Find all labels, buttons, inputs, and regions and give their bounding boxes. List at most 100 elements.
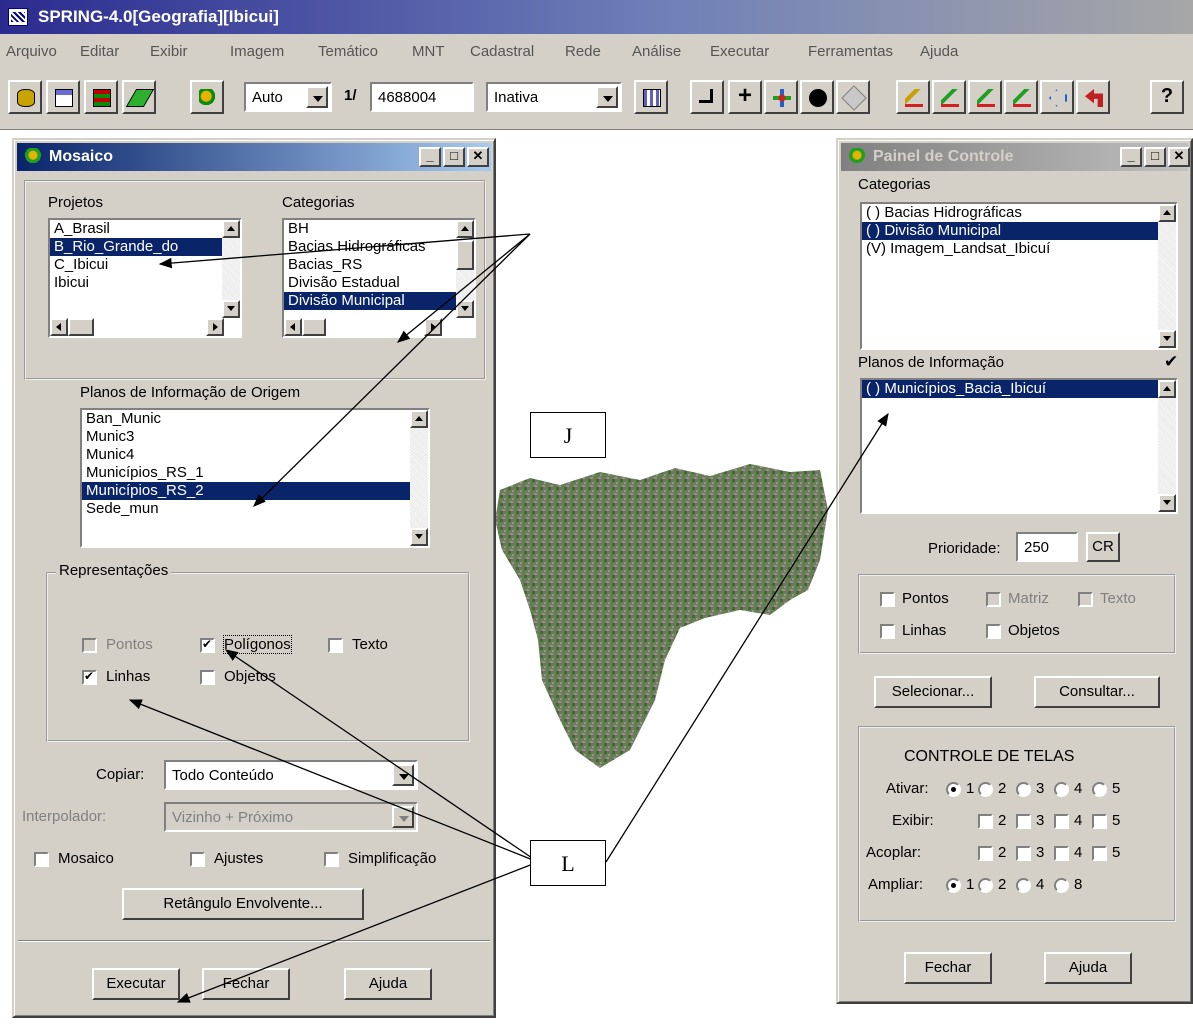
- chevron-down-icon[interactable]: [392, 764, 414, 786]
- acoplar-checkbox-5[interactable]: [1092, 846, 1107, 861]
- list-item[interactable]: ( ) Bacias Hidrográficas: [862, 204, 1176, 222]
- list-item[interactable]: Munic3: [82, 428, 428, 446]
- scroll-left-icon[interactable]: [284, 318, 302, 336]
- texto-checkbox[interactable]: [1078, 592, 1093, 607]
- cursor-button[interactable]: [690, 80, 724, 114]
- plane-button[interactable]: [122, 80, 156, 114]
- ampliar-radio-1[interactable]: [946, 878, 961, 893]
- scroll-down-icon[interactable]: [222, 300, 240, 318]
- list-item-selected[interactable]: ( ) Municípios_Bacia_Ibicuí: [862, 380, 1176, 398]
- list-item-selected[interactable]: B_Rio_Grande_do: [50, 238, 240, 256]
- objetos-checkbox[interactable]: [986, 624, 1001, 639]
- chevron-down-icon[interactable]: [306, 86, 328, 108]
- simplificacao-checkbox[interactable]: [324, 852, 339, 867]
- menu-mnt[interactable]: MNT: [412, 43, 445, 60]
- scroll-down-icon[interactable]: [456, 300, 474, 318]
- menu-cadastral[interactable]: Cadastral: [470, 43, 534, 60]
- exibir-checkbox-5[interactable]: [1092, 814, 1107, 829]
- scroll-thumb[interactable]: [302, 318, 326, 336]
- linhas-checkbox[interactable]: [880, 624, 895, 639]
- ajustes-checkbox[interactable]: [190, 852, 205, 867]
- list-item[interactable]: Munic4: [82, 446, 428, 464]
- ampliar-radio-8[interactable]: [1054, 878, 1069, 893]
- projetos-list[interactable]: A_Brasil B_Rio_Grande_do C_Ibicui Ibicui: [48, 218, 242, 338]
- palette-button[interactable]: [634, 80, 668, 114]
- list-item[interactable]: Bacias_RS: [284, 256, 474, 274]
- menu-rede[interactable]: Rede: [565, 43, 601, 60]
- linhas-checkbox[interactable]: [82, 669, 97, 685]
- ativar-radio-2[interactable]: [978, 782, 993, 797]
- erase-button[interactable]: [836, 80, 870, 114]
- maximize-button[interactable]: □: [443, 147, 465, 167]
- matriz-checkbox[interactable]: [986, 592, 1001, 607]
- acoplar-checkbox-4[interactable]: [1054, 846, 1069, 861]
- users-button[interactable]: [190, 80, 224, 114]
- list-item[interactable]: Sede_mun: [82, 500, 428, 518]
- selecionar-button[interactable]: Selecionar...: [874, 676, 992, 708]
- menu-analise[interactable]: Análise: [632, 43, 681, 60]
- scale-value-field[interactable]: 4688004: [370, 82, 474, 112]
- zoom-window-button[interactable]: [1004, 80, 1038, 114]
- exibir-checkbox-2[interactable]: [978, 814, 993, 829]
- menu-editar[interactable]: Editar: [80, 43, 119, 60]
- menu-tematico[interactable]: Temático: [318, 43, 378, 60]
- list-item[interactable]: (V) Imagem_Landsat_Ibicuí: [862, 240, 1176, 258]
- retangulo-envolvente-button[interactable]: Retângulo Envolvente...: [122, 888, 364, 920]
- ativar-radio-5[interactable]: [1092, 782, 1107, 797]
- info-button[interactable]: [800, 80, 834, 114]
- vertical-scrollbar[interactable]: [1158, 380, 1176, 512]
- scroll-up-icon[interactable]: [1158, 204, 1176, 222]
- list-item[interactable]: Divisão Estadual: [284, 274, 474, 292]
- chevron-down-icon[interactable]: [392, 806, 414, 828]
- zoom-plus-button[interactable]: [932, 80, 966, 114]
- menu-ajuda[interactable]: Ajuda: [920, 43, 958, 60]
- scroll-down-icon[interactable]: [1158, 330, 1176, 348]
- list-item[interactable]: Municípios_RS_1: [82, 464, 428, 482]
- fechar-button[interactable]: Fechar: [202, 968, 290, 1000]
- undo-button[interactable]: [1076, 80, 1110, 114]
- pontos-checkbox[interactable]: [880, 592, 895, 607]
- help-button[interactable]: ?: [1150, 80, 1184, 114]
- layers-button[interactable]: [84, 80, 118, 114]
- scroll-up-icon[interactable]: [222, 220, 240, 238]
- close-button[interactable]: ✕: [1168, 147, 1190, 167]
- executar-button[interactable]: Executar: [92, 968, 180, 1000]
- checkmark-icon[interactable]: ✔: [1164, 352, 1178, 372]
- mosaico-checkbox[interactable]: [34, 852, 49, 867]
- prioridade-input[interactable]: 250: [1016, 532, 1078, 562]
- acoplar-checkbox-2[interactable]: [978, 846, 993, 861]
- minimize-button[interactable]: _: [1120, 147, 1142, 167]
- ampliar-radio-4[interactable]: [1016, 878, 1031, 893]
- scroll-left-icon[interactable]: [50, 318, 68, 336]
- scroll-down-icon[interactable]: [410, 528, 428, 546]
- menu-imagem[interactable]: Imagem: [230, 43, 284, 60]
- exibir-checkbox-3[interactable]: [1016, 814, 1031, 829]
- exibir-checkbox-4[interactable]: [1054, 814, 1069, 829]
- menu-exibir[interactable]: Exibir: [150, 43, 188, 60]
- scroll-thumb[interactable]: [68, 318, 94, 336]
- ativar-radio-1[interactable]: [946, 782, 961, 797]
- vertical-scrollbar[interactable]: [1158, 204, 1176, 348]
- painel-categorias-list[interactable]: ( ) Bacias Hidrográficas ( ) Divisão Mun…: [860, 202, 1178, 350]
- back-button[interactable]: [1040, 80, 1074, 114]
- list-item[interactable]: Ban_Munic: [82, 410, 428, 428]
- list-item[interactable]: C_Ibicui: [50, 256, 240, 274]
- scroll-thumb[interactable]: [456, 240, 474, 270]
- maximize-button[interactable]: □: [1144, 147, 1166, 167]
- scroll-right-icon[interactable]: [424, 318, 442, 336]
- acoplar-checkbox-3[interactable]: [1016, 846, 1031, 861]
- vertical-scrollbar[interactable]: [222, 220, 240, 318]
- interpolador-select[interactable]: Vizinho + Próximo: [164, 802, 418, 832]
- menu-executar[interactable]: Executar: [710, 43, 769, 60]
- pontos-checkbox[interactable]: [82, 638, 97, 653]
- planos-origem-list[interactable]: Ban_Munic Munic3 Munic4 Municípios_RS_1 …: [80, 408, 430, 548]
- ajuda-button[interactable]: Ajuda: [344, 968, 432, 1000]
- ativar-radio-3[interactable]: [1016, 782, 1031, 797]
- painel-planos-list[interactable]: ( ) Municípios_Bacia_Ibicuí: [860, 378, 1178, 514]
- scroll-right-icon[interactable]: [206, 318, 224, 336]
- scroll-up-icon[interactable]: [456, 220, 474, 238]
- scroll-down-icon[interactable]: [1158, 494, 1176, 512]
- list-item[interactable]: BH: [284, 220, 474, 238]
- ativar-radio-4[interactable]: [1054, 782, 1069, 797]
- state-select[interactable]: Inativa: [486, 82, 622, 112]
